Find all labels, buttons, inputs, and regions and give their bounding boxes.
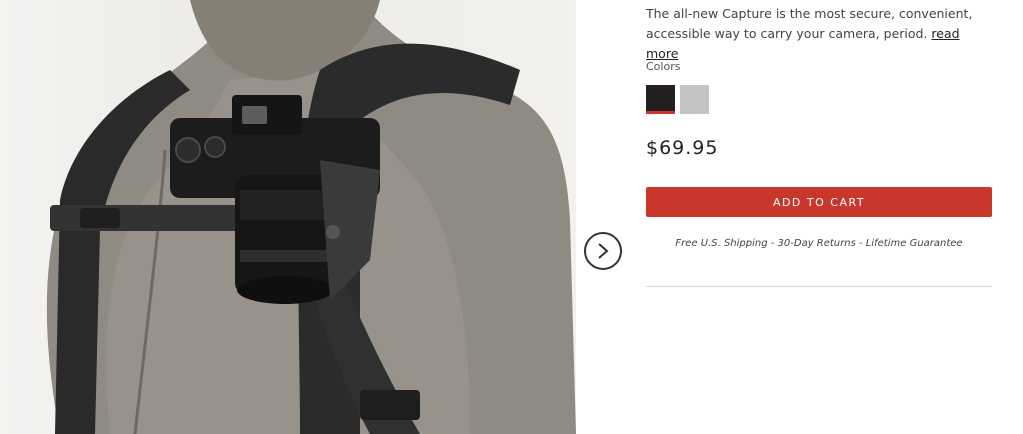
description-text: The all-new Capture is the most secure, … <box>646 6 973 41</box>
next-image-button[interactable] <box>584 232 622 270</box>
divider <box>646 286 992 287</box>
product-price: $69.95 <box>646 137 719 159</box>
shipping-note: Free U.S. Shipping - 30-Day Returns - Li… <box>675 238 963 249</box>
chevron-right-icon <box>598 243 609 259</box>
color-swatches <box>646 85 709 114</box>
product-description: The all-new Capture is the most secure, … <box>646 4 992 64</box>
swatch-grey[interactable] <box>680 85 709 114</box>
colors-label: Colors <box>646 60 681 73</box>
camera-clip-photo <box>46 0 576 434</box>
add-to-cart-button[interactable]: ADD TO CART <box>646 187 992 217</box>
product-image <box>0 0 576 434</box>
swatch-black[interactable] <box>646 85 675 114</box>
